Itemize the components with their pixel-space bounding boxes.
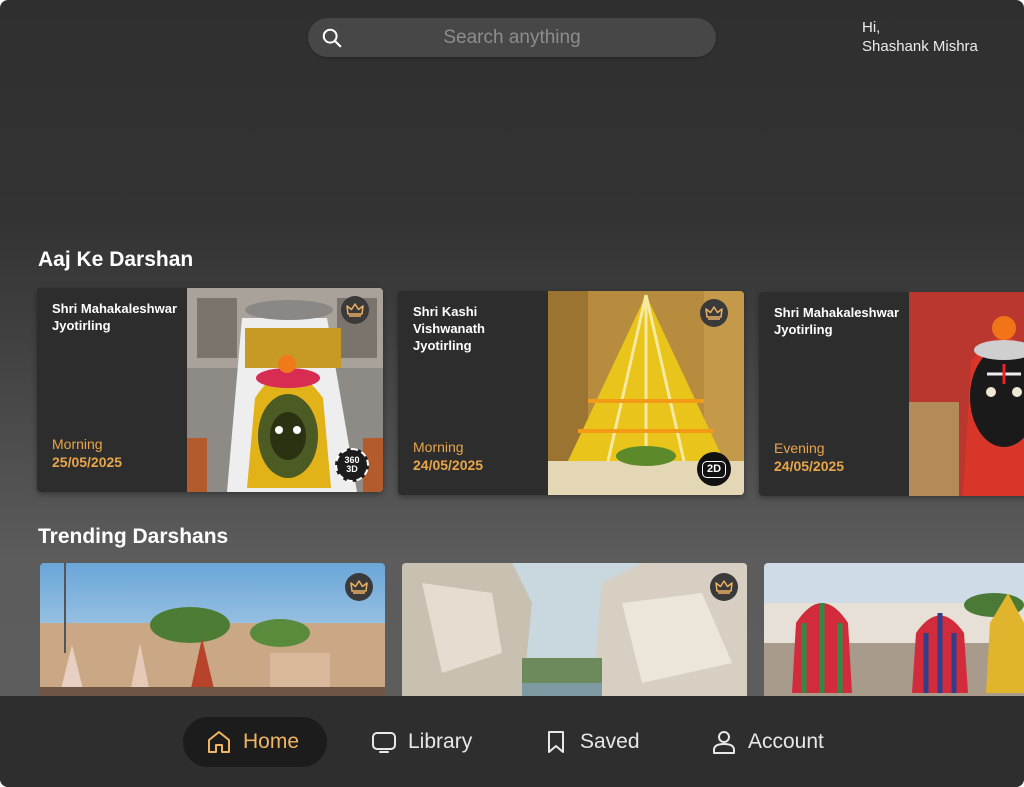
user-icon	[713, 731, 735, 754]
trending-card[interactable]	[40, 563, 385, 703]
nav-saved[interactable]: Saved	[542, 717, 640, 767]
darshan-date: 24/05/2025	[413, 457, 484, 473]
badge-line-2: 3D	[346, 464, 358, 474]
nav-saved-label: Saved	[580, 730, 640, 753]
darshan-time: Morning	[413, 439, 464, 455]
user-name: Shashank Mishra	[862, 38, 978, 55]
temple-name: Shri Mahakaleshwar Jyotirling	[52, 301, 177, 333]
badge-2d: 2D	[697, 452, 731, 486]
card-info: Shri Kashi Vishwanath Jyotirling Morning…	[398, 291, 548, 495]
premium-crown-icon	[710, 573, 738, 601]
greeting-hi: Hi,	[862, 19, 881, 36]
search-bar[interactable]: Search anything	[308, 18, 716, 57]
home-icon	[208, 731, 230, 753]
bookmark-icon	[548, 731, 564, 753]
darshan-time: Evening	[774, 440, 825, 456]
card-info: Shri Mahakaleshwar Jyotirling Morning 25…	[37, 288, 187, 492]
trending-thumbnail	[40, 563, 385, 703]
nav-home-label: Home	[243, 730, 300, 753]
nav-account-label: Account	[748, 730, 824, 753]
darshan-date: 24/05/2025	[774, 458, 845, 474]
trending-card[interactable]	[764, 563, 1024, 703]
premium-crown-icon	[345, 573, 373, 601]
trending-thumbnail	[764, 563, 1024, 703]
app-window: Search anything Hi, Shashank Mishra Aaj …	[0, 0, 1024, 787]
nav-home[interactable]: Home	[183, 717, 328, 767]
nav-library-label: Library	[408, 730, 473, 753]
darshan-time: Morning	[52, 436, 103, 452]
nav-library[interactable]: Library	[370, 717, 472, 767]
temple-name: Shri Kashi Vishwanath Jyotirling	[413, 304, 486, 353]
nav-account[interactable]: Account	[710, 717, 824, 767]
darshan-date: 25/05/2025	[52, 454, 123, 470]
darshan-card[interactable]: Shri Kashi Vishwanath Jyotirling Morning…	[398, 291, 744, 495]
search-input[interactable]: Search anything	[308, 27, 716, 49]
section-title-aaj-ke-darshan: Aaj Ke Darshan	[38, 248, 194, 271]
trending-thumbnail	[402, 563, 747, 703]
premium-crown-icon	[341, 296, 369, 324]
trending-card[interactable]	[402, 563, 747, 703]
user-greeting: Hi, Shashank Mishra	[862, 18, 978, 56]
premium-crown-icon	[700, 299, 728, 327]
badge-line-1: 2D	[701, 460, 727, 478]
temple-name: Shri Mahakaleshwar Jyotirling	[774, 305, 899, 337]
bottom-navigation: Home Library Saved Account	[0, 696, 1024, 787]
tv-icon	[372, 732, 396, 753]
darshan-card[interactable]: Shri Mahakaleshwar Jyotirling Morning 25…	[37, 288, 383, 492]
darshan-card[interactable]: Shri Mahakaleshwar Jyotirling Evening 24…	[759, 292, 1024, 496]
section-title-trending-darshans: Trending Darshans	[38, 525, 229, 548]
badge-360-3d: 360 3D	[335, 448, 369, 482]
card-info: Shri Mahakaleshwar Jyotirling Evening 24…	[759, 292, 909, 496]
darshan-thumbnail[interactable]	[909, 292, 1024, 496]
